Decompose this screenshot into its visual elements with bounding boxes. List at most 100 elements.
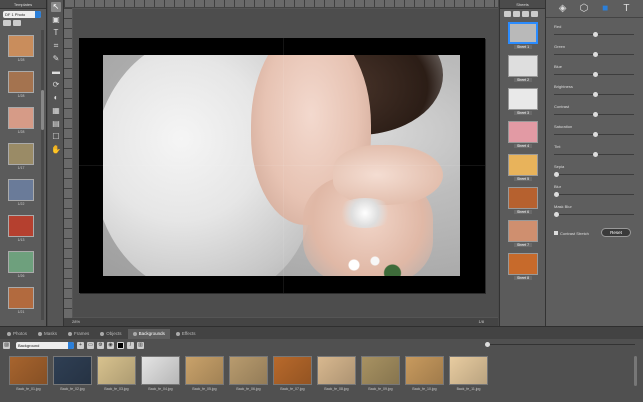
template-set-select[interactable]: DF 1 Photo [3,11,41,18]
tab-photos[interactable]: Photos [2,329,32,339]
sheet-thumbnail [508,22,538,44]
template-item[interactable]: 1/21 [3,282,39,318]
slider-track[interactable] [554,174,634,175]
slider-knob[interactable] [593,112,598,117]
necklace [335,198,395,228]
sheet-item[interactable]: Sheet 4 [504,121,542,154]
slider-knob[interactable] [593,92,598,97]
background-item[interactable]: Back_fe_01.jpg [9,356,48,399]
slider-knob[interactable] [593,32,598,37]
workspace[interactable] [73,9,498,317]
template-item[interactable]: 1/28 [3,66,39,102]
sheet-item[interactable]: Sheet 3 [504,88,542,121]
settings-icon[interactable]: ⚙ [97,341,104,349]
frame-tool-icon[interactable]: ☐ [51,132,61,142]
fill-color-swatch[interactable] [117,341,124,349]
template-label: 1/17 [17,165,25,170]
slider-track[interactable] [554,214,634,215]
shape-tool-icon[interactable]: ▬ [51,67,61,77]
color-picker-icon[interactable]: ◉ [107,341,114,349]
tab-objects[interactable]: Objects [95,329,126,339]
background-category-select[interactable]: Background [16,341,74,349]
background-item[interactable]: Back_fe_07.jpg [273,356,312,399]
background-item[interactable]: Back_fe_11.jpg [449,356,488,399]
slider-knob[interactable] [593,152,598,157]
background-item[interactable]: Back_fe_03.jpg [97,356,136,399]
slider-knob[interactable] [554,192,559,197]
pen-tool-icon[interactable]: ✎ [51,54,61,64]
background-item[interactable]: Back_fe_06.jpg [229,356,268,399]
select-tool-icon[interactable]: ↖ [51,2,61,12]
sheet-item[interactable]: Sheet 7 [504,220,542,253]
add-background-icon[interactable]: + [77,341,84,349]
chevron-down-icon [35,11,41,18]
eyedropper-icon[interactable]: / [127,341,134,349]
template-item[interactable]: 1/28 [3,30,39,66]
grid-view-icon[interactable]: ▥ [137,341,144,349]
sheet-label: Sheet 2 [513,78,533,82]
square-icon[interactable]: ■ [599,3,611,15]
tab-backgrounds[interactable]: Backgrounds [127,329,170,339]
layers-icon[interactable]: ◈ [557,3,569,15]
image-icon[interactable]: ▨ [3,341,10,349]
template-item[interactable]: 1/13 [3,210,39,246]
rotate-tool-icon[interactable]: ⟳ [51,80,61,90]
folder-icon[interactable] [13,20,21,26]
sheet-item[interactable]: Sheet 6 [504,187,542,220]
sheet-thumbnail [508,187,538,209]
canvas-area: 28% 1/8 [64,0,498,326]
add-template-icon[interactable] [3,20,11,26]
slider-knob[interactable] [554,212,559,217]
sheets-toolbar [504,11,544,18]
sheet-item[interactable]: Sheet 2 [504,55,542,88]
slider-knob[interactable] [485,342,490,347]
move-sheet-icon[interactable] [522,11,529,17]
sheet-item[interactable]: Sheet 5 [504,154,542,187]
template-scrollbar[interactable] [41,30,44,320]
page-indicator: 1/8 [478,319,484,324]
background-item[interactable]: Back_fe_05.jpg [185,356,224,399]
align-tool-icon[interactable]: ▤ [51,119,61,129]
template-item[interactable]: 1/28 [3,102,39,138]
text-tool-icon[interactable]: T [51,28,61,38]
crop-box-tool-icon[interactable]: ▣ [51,15,61,25]
text-icon[interactable]: T [620,3,632,15]
tab-masks[interactable]: Masks [33,329,62,339]
cube-icon[interactable]: ⬡ [578,3,590,15]
sheet-item[interactable]: Sheet 8 [504,253,542,286]
slider-knob[interactable] [593,132,598,137]
slider-knob[interactable] [593,52,598,57]
background-item[interactable]: Back_fe_10.jpg [405,356,444,399]
slider-knob[interactable] [593,72,598,77]
tab-effects[interactable]: Effects [171,329,201,339]
hand-tool-icon[interactable]: ✋ [51,145,61,155]
sheet-item[interactable]: Sheet 1 [504,22,542,55]
background-item[interactable]: Back_fe_02.jpg [53,356,92,399]
thumbnail-size-slider[interactable] [485,342,635,347]
background-item[interactable]: Back_fe_04.jpg [141,356,180,399]
tab-frames[interactable]: Frames [63,329,94,339]
add-sheet-icon[interactable] [504,11,511,17]
background-item[interactable]: Back_fe_08.jpg [317,356,356,399]
zoom-level[interactable]: 28% [72,319,80,324]
crop-tool-icon[interactable]: ⌗ [51,41,61,51]
template-item[interactable]: 1/17 [3,138,39,174]
contrast-stretch-checkbox[interactable] [554,231,558,235]
template-set-value: DF 1 Photo [5,12,26,17]
template-item[interactable]: 1/22 [3,174,39,210]
duplicate-sheet-icon[interactable] [513,11,520,17]
delete-sheet-icon[interactable] [531,11,538,17]
tab-label: Frames [74,331,90,336]
template-thumbnail [8,178,34,201]
folder-icon[interactable]: ▭ [87,341,94,349]
templates-title: Templates [0,0,46,9]
slider-knob[interactable] [554,172,559,177]
background-item[interactable]: Back_fe_09.jpg [361,356,400,399]
reset-button[interactable]: Reset [601,228,631,237]
adjust-tool-icon[interactable]: ◐ [51,93,61,103]
grid-tool-icon[interactable]: ▦ [51,106,61,116]
sheet-list: Sheet 1 Sheet 2 Sheet 3 Sheet 4 Sheet 5 Sheet… [504,22,542,286]
strip-scrollbar[interactable] [634,356,637,386]
slider-track[interactable] [554,194,634,195]
template-item[interactable]: 1/26 [3,246,39,282]
